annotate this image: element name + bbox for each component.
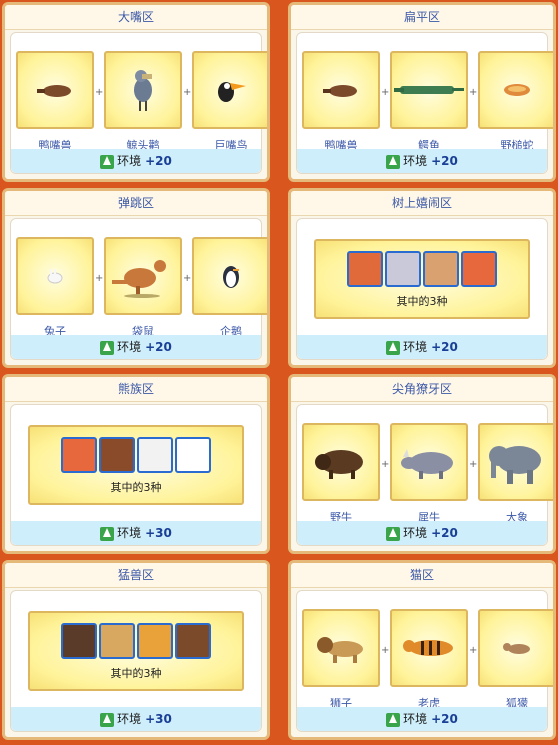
environment-bonus: 环境 +20 [297, 149, 547, 173]
animal-slot[interactable] [16, 237, 94, 315]
environment-bonus: 环境 +30 [11, 521, 261, 545]
tree-icon [386, 712, 401, 727]
koala-icon [385, 251, 421, 287]
meerkat-icon [503, 643, 530, 654]
zone-panel-flat: 扁平区 + + 鸭嘴兽 鳄鱼 野槌蛇 环境 +20 [288, 2, 556, 182]
bear-icon [175, 623, 211, 659]
tree-icon [100, 154, 115, 169]
animal-slot[interactable] [478, 423, 553, 501]
platypus-icon [37, 85, 71, 97]
toucan-icon [218, 82, 246, 102]
animal-group-slot[interactable]: 其中的3种 [28, 611, 244, 691]
tree-icon [386, 340, 401, 355]
tiger-icon [137, 623, 173, 659]
kangaroo-icon [112, 260, 166, 298]
rhino-icon [401, 449, 453, 479]
animal-group-slot[interactable]: 其中的3种 [314, 239, 530, 319]
zone-title: 猛兽区 [5, 563, 267, 588]
tree-icon [100, 712, 115, 727]
zone-panel-tree-play: 树上嬉闹区 其中的3种 环境 +20 [288, 188, 556, 368]
bison-icon [315, 450, 363, 479]
animal-slot[interactable] [478, 51, 553, 129]
zone-panel-horns-tusks: 尖角獠牙区 + + 野牛 犀牛 大象 环境 +20 [288, 374, 556, 554]
animal-slot[interactable] [478, 609, 553, 687]
polar-bear-icon [137, 437, 173, 473]
animal-slot[interactable] [302, 51, 380, 129]
crocodile-icon [394, 86, 464, 94]
animal-slot[interactable] [104, 237, 182, 315]
zone-panel-bouncy: 弹跳区 + + 兔子 袋鼠 企鹅 环境 +20 [2, 188, 270, 368]
zone-title: 树上嬉闹区 [291, 191, 553, 216]
zone-panel-beasts: 猛兽区 其中的3种 环境 +30 [2, 560, 270, 740]
environment-bonus: 环境 +20 [297, 707, 547, 731]
zone-title: 大嘴区 [5, 5, 267, 30]
lion-icon [317, 637, 363, 663]
zone-title: 熊族区 [5, 377, 267, 402]
tree-icon [100, 526, 115, 541]
animal-slot[interactable] [390, 51, 468, 129]
zone-panel-bear: 熊族区 其中的3种 环境 +30 [2, 374, 270, 554]
animal-group-slot[interactable]: 其中的3种 [28, 425, 244, 505]
environment-bonus: 环境 +20 [297, 521, 547, 545]
gorilla-icon [61, 623, 97, 659]
tree-icon [386, 154, 401, 169]
zone-title: 猫区 [291, 563, 553, 588]
lion-icon [99, 623, 135, 659]
zone-title: 尖角獠牙区 [291, 377, 553, 402]
tiger-icon [403, 640, 453, 656]
group-caption: 其中的3种 [396, 295, 448, 308]
animal-slot[interactable] [16, 51, 94, 129]
red-squirrel-icon [347, 251, 383, 287]
environment-bonus: 环境 +30 [11, 707, 261, 731]
zone-title: 弹跳区 [5, 191, 267, 216]
tsuchinoko-icon [504, 84, 530, 96]
animal-slot[interactable] [302, 423, 380, 501]
environment-bonus: 环境 +20 [11, 149, 261, 173]
animal-slot[interactable] [302, 609, 380, 687]
animal-slot[interactable] [390, 423, 468, 501]
animal-slot[interactable] [192, 51, 267, 129]
elephant-icon [489, 446, 541, 484]
brown-bear-icon [99, 437, 135, 473]
rabbit-icon [47, 269, 63, 284]
red-panda-icon [61, 437, 97, 473]
tree-icon [386, 526, 401, 541]
monkey-icon [423, 251, 459, 287]
animal-slot[interactable] [192, 237, 267, 315]
red-panda-icon [461, 251, 497, 287]
group-caption: 其中的3种 [110, 667, 162, 680]
tree-icon [100, 340, 115, 355]
environment-bonus: 环境 +20 [11, 335, 261, 359]
shoebill-icon [134, 70, 152, 111]
animal-slot[interactable] [104, 51, 182, 129]
animal-slot[interactable] [390, 609, 468, 687]
zone-panel-cats: 猫区 + + 狮子 老虎 狐獴 环境 +20 [288, 560, 556, 740]
platypus-icon [323, 85, 357, 97]
zone-panel-big-mouth: 大嘴区 + + 鸭嘴兽 鲸头鹳 巨嘴鸟 环境 +20 [2, 2, 270, 182]
penguin-icon [223, 266, 239, 288]
environment-bonus: 环境 +20 [297, 335, 547, 359]
panda-icon [175, 437, 211, 473]
group-caption: 其中的3种 [110, 481, 162, 494]
zone-grid: 大嘴区 + + 鸭嘴兽 鲸头鹳 巨嘴鸟 环境 +20 扁平区 + + 鸭嘴兽 鳄… [0, 0, 558, 745]
zone-title: 扁平区 [291, 5, 553, 30]
